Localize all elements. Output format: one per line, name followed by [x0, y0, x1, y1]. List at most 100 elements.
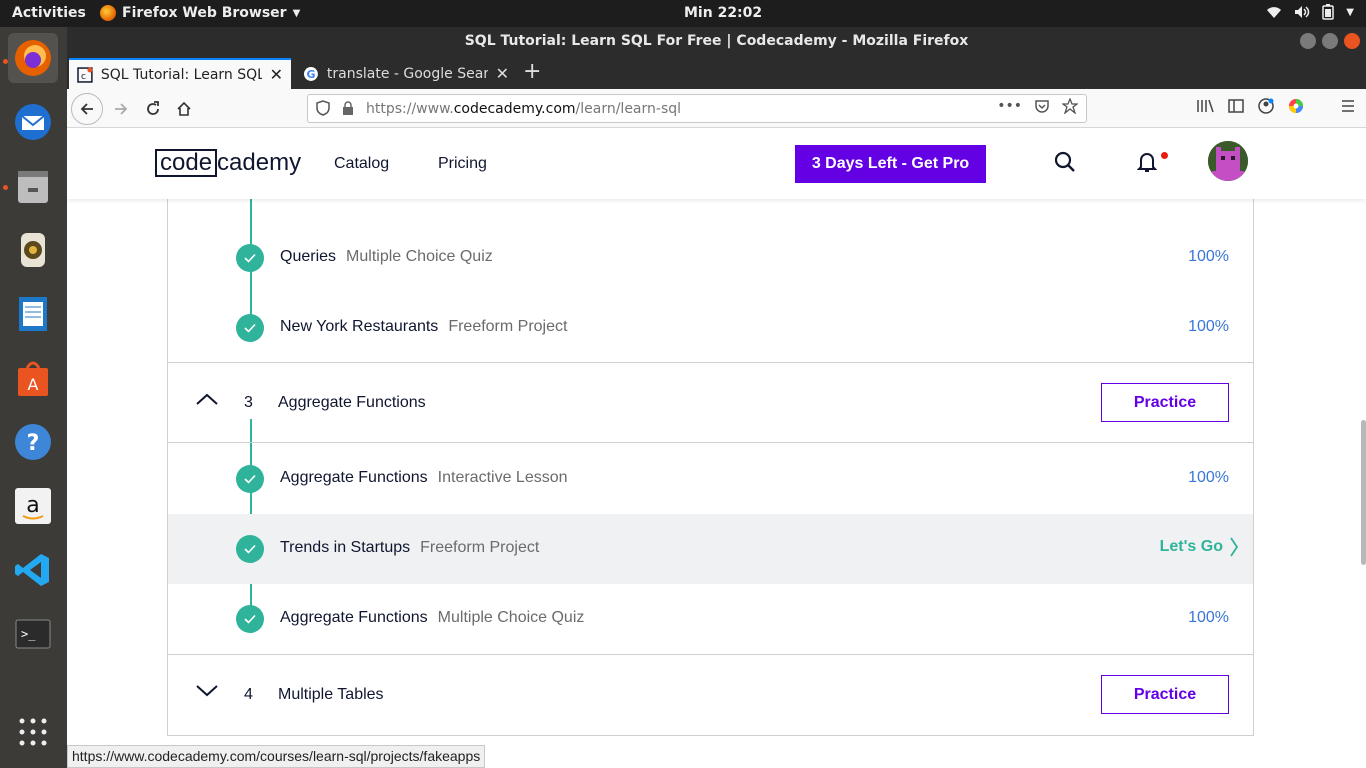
navigation-toolbar: https://www.codecademy.com/learn/learn-s…	[67, 89, 1366, 128]
clock[interactable]: Min 22:02	[684, 5, 762, 21]
item-progress: 100%	[1188, 609, 1229, 626]
item-title: Aggregate Functions	[280, 469, 428, 486]
close-tab-icon[interactable]: ✕	[496, 64, 509, 83]
reload-button[interactable]	[139, 95, 167, 123]
svg-text:G: G	[306, 67, 315, 80]
item-progress: 100%	[1188, 318, 1229, 335]
svg-text:A: A	[28, 375, 39, 394]
get-pro-button[interactable]: 3 Days Left - Get Pro	[795, 145, 986, 183]
firefox-launcher[interactable]	[8, 33, 58, 83]
bell-icon[interactable]	[1137, 151, 1157, 173]
ubuntu-dock: A ? a >_	[0, 27, 67, 768]
pocket-icon[interactable]	[1034, 98, 1050, 114]
home-icon	[177, 101, 191, 116]
avatar[interactable]	[1208, 141, 1248, 181]
writer-launcher[interactable]	[8, 289, 58, 339]
url-bar[interactable]: https://www.codecademy.com/learn/learn-s…	[307, 94, 1087, 123]
chevron-down-icon[interactable]	[196, 685, 218, 697]
tab-google-translate[interactable]: G translate - Google Search ✕	[295, 58, 517, 89]
tab-sql-tutorial[interactable]: c SQL Tutorial: Learn SQL For Free ✕	[69, 58, 291, 89]
completed-check-icon	[236, 314, 264, 342]
sidebar-icon[interactable]	[1228, 98, 1244, 114]
home-button[interactable]	[170, 95, 198, 123]
item-title: New York Restaurants	[280, 318, 439, 335]
vscode-icon	[15, 554, 49, 586]
color-extension-icon[interactable]	[1288, 98, 1304, 114]
hamburger-menu-icon[interactable]	[1340, 98, 1356, 114]
tab-label: SQL Tutorial: Learn SQL For Free	[100, 66, 262, 83]
bookmark-star-icon[interactable]	[1062, 98, 1078, 114]
module-header-3[interactable]: 3 Aggregate Functions Practice	[168, 362, 1253, 443]
arrow-left-icon	[80, 103, 93, 115]
app-menu[interactable]: Firefox Web Browser ▼	[100, 5, 300, 21]
file-cabinet-icon	[18, 171, 48, 203]
vscode-launcher[interactable]	[8, 545, 58, 595]
files-launcher[interactable]	[8, 161, 58, 211]
svg-text:?: ?	[27, 431, 40, 456]
new-tab-button[interactable]: +	[523, 59, 541, 84]
chevron-down-icon: ▼	[1346, 6, 1354, 18]
item-title: Trends in Startups	[280, 539, 411, 556]
page-actions-icon[interactable]: •••	[997, 98, 1022, 114]
web-page: code cademy Catalog Pricing 3 Days Left -…	[67, 129, 1366, 741]
thunderbird-icon	[15, 104, 51, 140]
system-top-bar: Activities Firefox Web Browser ▼ Min 22:…	[0, 0, 1366, 27]
account-icon[interactable]	[1258, 98, 1274, 114]
back-button[interactable]	[71, 93, 103, 125]
module-number: 4	[244, 686, 253, 703]
completed-check-icon	[236, 244, 264, 272]
terminal-launcher[interactable]: >_	[8, 609, 58, 659]
maximize-button[interactable]	[1322, 33, 1338, 49]
list-item[interactable]: New York Restaurants Freeform Project 100…	[168, 293, 1253, 363]
thunderbird-launcher[interactable]	[8, 97, 58, 147]
chevron-up-icon[interactable]	[196, 393, 218, 405]
list-item[interactable]: Queries Multiple Choice Quiz 100%	[168, 223, 1253, 293]
chevron-down-icon: ▼	[292, 7, 301, 19]
site-header: code cademy Catalog Pricing 3 Days Left -…	[67, 129, 1366, 199]
practice-button[interactable]: Practice	[1101, 675, 1229, 714]
module-header-4[interactable]: 4 Multiple Tables Practice	[168, 654, 1253, 735]
item-type: Multiple Choice Quiz	[346, 248, 493, 265]
notification-dot	[1161, 152, 1168, 159]
forward-button[interactable]	[107, 95, 135, 123]
module-title: Aggregate Functions	[278, 394, 426, 411]
window-title: SQL Tutorial: Learn SQL For Free | Codec…	[464, 33, 969, 49]
lets-go-link[interactable]: Let's Go	[1160, 537, 1239, 557]
item-type: Multiple Choice Quiz	[437, 609, 585, 626]
nav-catalog[interactable]: Catalog	[334, 155, 389, 173]
list-item[interactable]: Aggregate Functions Multiple Choice Quiz …	[168, 584, 1253, 654]
system-tray[interactable]: ▼	[1266, 4, 1354, 20]
codecademy-logo[interactable]: code cademy	[155, 149, 301, 177]
search-icon[interactable]	[1054, 151, 1076, 173]
item-title: Queries	[280, 248, 337, 265]
list-item[interactable]: Trends in Startups Freeform Project Let's…	[168, 514, 1253, 584]
svg-text:c: c	[81, 71, 86, 81]
rhythmbox-launcher[interactable]	[8, 225, 58, 275]
library-icon[interactable]	[1196, 98, 1214, 114]
activities-button[interactable]: Activities	[12, 5, 86, 21]
item-progress: 100%	[1188, 469, 1229, 486]
list-item[interactable]: Aggregate Functions Interactive Lesson 10…	[168, 444, 1253, 514]
reload-icon	[147, 101, 159, 115]
minimize-button[interactable]	[1300, 33, 1316, 49]
amazon-launcher[interactable]: a	[8, 481, 58, 531]
show-apps-button[interactable]	[8, 707, 58, 757]
page-scrollbar[interactable]	[1361, 420, 1366, 565]
logo-cademy: cademy	[217, 149, 302, 176]
shopping-bag-icon: A	[18, 361, 48, 396]
terminal-icon: >_	[15, 619, 51, 649]
practice-button[interactable]: Practice	[1101, 383, 1229, 422]
close-tab-icon[interactable]: ✕	[270, 65, 283, 84]
svg-text:>_: >_	[21, 627, 36, 641]
close-window-button[interactable]	[1344, 33, 1360, 49]
nav-pricing[interactable]: Pricing	[438, 155, 487, 173]
completed-check-icon	[236, 535, 264, 563]
grid-icon	[19, 718, 47, 746]
url-domain: codecademy.com	[453, 101, 576, 117]
software-center-launcher[interactable]: A	[8, 353, 58, 403]
help-launcher[interactable]: ?	[8, 417, 58, 467]
tracking-shield-icon[interactable]	[316, 100, 330, 116]
url-prefix: https://www.	[366, 101, 454, 117]
lock-icon[interactable]	[342, 101, 354, 115]
help-icon: ?	[15, 424, 51, 460]
